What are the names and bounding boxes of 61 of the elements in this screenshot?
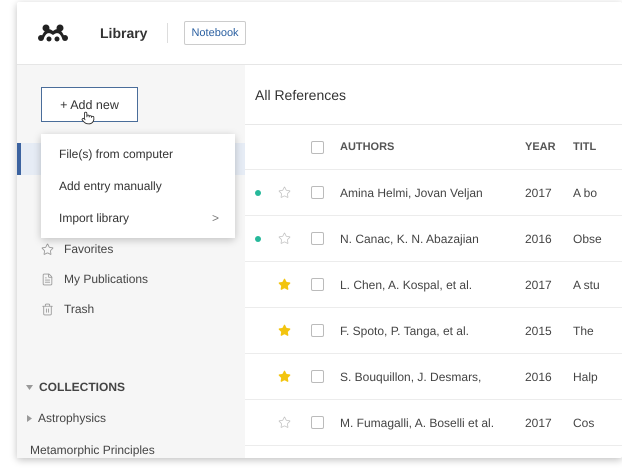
reference-row[interactable]: S. Bouquillon, J. Desmars, 2016 Halp [245,354,622,400]
menu-item[interactable]: File(s) from computer [41,138,235,170]
document-icon [41,272,54,286]
notebook-button[interactable]: Notebook [184,21,246,45]
row-checkbox[interactable] [310,416,324,429]
reference-row[interactable]: L. Chen, A. Kospal, et al. 2017 A stu [245,262,622,308]
collections-header[interactable]: COLLECTIONS [17,372,245,402]
menu-item[interactable]: Add entry manually [41,170,235,202]
row-checkbox[interactable] [310,324,324,337]
year-cell-text: 2016 [524,370,553,384]
title-cell-text: A stu [572,278,601,292]
row-checkbox[interactable] [310,232,324,245]
year-cell-text: 2015 [524,324,553,338]
submenu-arrow: > [212,211,219,225]
star-icon [41,242,54,256]
reference-row[interactable]: F. Spoto, P. Tanga, et al. 2015 The [245,308,622,354]
collection-item[interactable]: Metamorphic Principles [17,434,245,466]
row-checkbox[interactable] [310,186,324,199]
page-title: Library [100,25,148,41]
sidebar-item[interactable]: Favorites [17,234,245,264]
section-title: All References [245,65,622,125]
title-cell-text: Cos [572,416,596,430]
trash-icon [41,302,54,316]
select-all-checkbox[interactable] [310,140,324,154]
star-icon[interactable] [278,324,290,337]
caret-icon[interactable] [26,414,33,422]
year-cell-text: 2016 [524,232,553,246]
year-cell-text: 2017 [524,416,553,430]
hand-cursor-icon [81,111,95,125]
author-cell-text: L. Chen, A. Kospal, et al. [339,278,474,292]
add-new-button[interactable]: + Add new [41,87,138,122]
star-icon[interactable] [278,416,290,429]
sidebar-item[interactable]: My Publications [17,264,245,294]
author-cell-text: M. Fumagalli, A. Boselli et al. [339,416,496,430]
year-cell-text: 2017 [524,186,553,200]
reference-row[interactable]: Amina Helmi, Jovan Veljan 2017 A bo [245,170,622,216]
collection-item[interactable]: Astrophysics [17,402,245,434]
title-cell-text: Obse [572,232,603,246]
author-cell-text: N. Canac, K. N. Abazajian [339,232,480,246]
title-cell-text: The [572,324,595,338]
reference-row[interactable]: M. Fumagalli, A. Boselli et al. 2017 Cos [245,400,622,446]
star-icon[interactable] [278,186,290,199]
logo-icon [38,23,68,43]
column-header[interactable]: AUTHORS [334,141,521,153]
star-icon[interactable] [278,278,290,291]
star-icon[interactable] [278,232,290,245]
column-header[interactable]: TITL [569,141,622,153]
menu-item[interactable]: Import library > [41,202,235,234]
author-cell-text: Amina Helmi, Jovan Veljan [339,186,484,200]
year-cell-text: 2017 [524,278,553,292]
reference-row[interactable]: N. Canac, K. N. Abazajian 2016 Obse [245,216,622,262]
row-checkbox[interactable] [310,370,324,383]
row-checkbox[interactable] [310,278,324,291]
sidebar-item[interactable]: Trash [17,294,245,324]
author-cell-text: S. Bouquillon, J. Desmars, [339,370,482,384]
caret-icon[interactable] [26,384,33,390]
star-icon[interactable] [278,370,290,383]
author-cell-text: F. Spoto, P. Tanga, et al. [339,324,470,338]
title-cell-text: Halp [572,370,599,384]
column-header[interactable]: YEAR [521,141,569,153]
title-cell-text: A bo [572,186,598,200]
